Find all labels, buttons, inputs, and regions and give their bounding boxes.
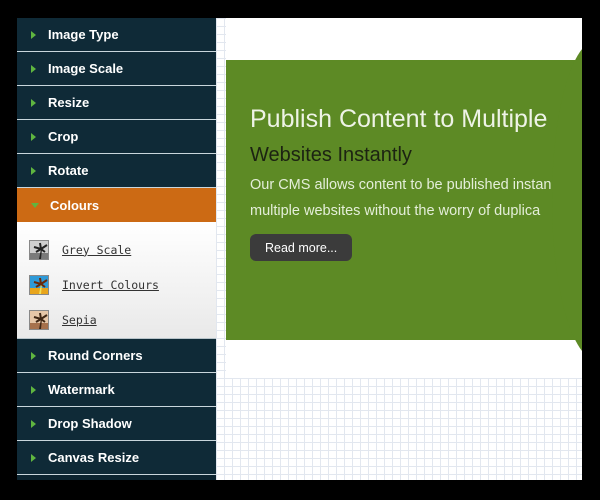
arrow-right-icon bbox=[31, 132, 36, 141]
menu-item-label: Image Scale bbox=[48, 61, 124, 76]
arrow-right-icon bbox=[31, 453, 36, 462]
menu-item-label: Drop Shadow bbox=[48, 416, 132, 431]
menu-item-label: Canvas Resize bbox=[48, 450, 140, 465]
menu-item-watermark[interactable]: Watermark bbox=[17, 373, 216, 407]
palm-tree-sepia-icon bbox=[29, 309, 49, 330]
colours-submenu: Grey Scale Invert Colours Sepia bbox=[17, 222, 216, 339]
menu-item-label: Round Corners bbox=[48, 348, 143, 363]
palm-tree-greyscale-icon bbox=[29, 239, 49, 260]
submenu-item-label: Invert Colours bbox=[62, 277, 159, 292]
submenu-item-grey-scale[interactable]: Grey Scale bbox=[17, 232, 216, 267]
arrow-right-icon bbox=[31, 419, 36, 428]
arrow-right-icon bbox=[31, 64, 36, 73]
read-more-button[interactable]: Read more... bbox=[250, 234, 353, 261]
banner-text-line: multiple websites without the worry of d… bbox=[250, 203, 541, 219]
preview-banner: Publish Content to Multiple Websites Ins… bbox=[226, 40, 582, 360]
menu-item-label: Rotate bbox=[48, 163, 89, 178]
menu-item-round-corners[interactable]: Round Corners bbox=[17, 339, 216, 373]
palm-tree-inverted-icon bbox=[29, 274, 49, 295]
banner-text-line: Our CMS allows content to be published i… bbox=[250, 177, 552, 193]
image-preview: Publish Content to Multiple Websites Ins… bbox=[226, 18, 582, 378]
arrow-right-icon bbox=[31, 351, 36, 360]
menu-item-drop-shadow[interactable]: Drop Shadow bbox=[17, 407, 216, 441]
menu-item-canvas-resize[interactable]: Canvas Resize bbox=[17, 441, 216, 475]
banner-curve-decoration bbox=[552, 40, 582, 360]
menu-item-image-type[interactable]: Image Type bbox=[17, 18, 216, 52]
banner-title: Publish Content to Multiple bbox=[250, 105, 548, 133]
arrow-down-icon bbox=[31, 202, 39, 208]
menu-item-colours[interactable]: Colours bbox=[17, 188, 216, 222]
preview-canvas: Publish Content to Multiple Websites Ins… bbox=[216, 18, 582, 480]
menu-item-label: Watermark bbox=[48, 382, 115, 397]
menu-item-label: Image Type bbox=[48, 27, 119, 42]
arrow-right-icon bbox=[31, 98, 36, 107]
grid-background bbox=[216, 378, 582, 480]
banner-subtitle: Websites Instantly bbox=[250, 144, 412, 166]
submenu-item-invert-colours[interactable]: Invert Colours bbox=[17, 267, 216, 302]
arrow-right-icon bbox=[31, 30, 36, 39]
submenu-item-label: Sepia bbox=[62, 312, 97, 327]
submenu-item-sepia[interactable]: Sepia bbox=[17, 302, 216, 337]
menu-item-label: Crop bbox=[48, 129, 79, 144]
menu-item-label: Resize bbox=[48, 95, 90, 110]
menu-item-rotate[interactable]: Rotate bbox=[17, 154, 216, 188]
submenu-item-label: Grey Scale bbox=[62, 242, 132, 257]
menu-item-image-scale[interactable]: Image Scale bbox=[17, 52, 216, 86]
arrow-right-icon bbox=[31, 166, 36, 175]
menu-item-resize[interactable]: Resize bbox=[17, 86, 216, 120]
menu-item-crop[interactable]: Crop bbox=[17, 120, 216, 154]
sidebar-menu: Image Type Image Scale Resize Crop Rotat… bbox=[17, 18, 216, 480]
arrow-right-icon bbox=[31, 385, 36, 394]
menu-item-label: Colours bbox=[50, 197, 100, 213]
